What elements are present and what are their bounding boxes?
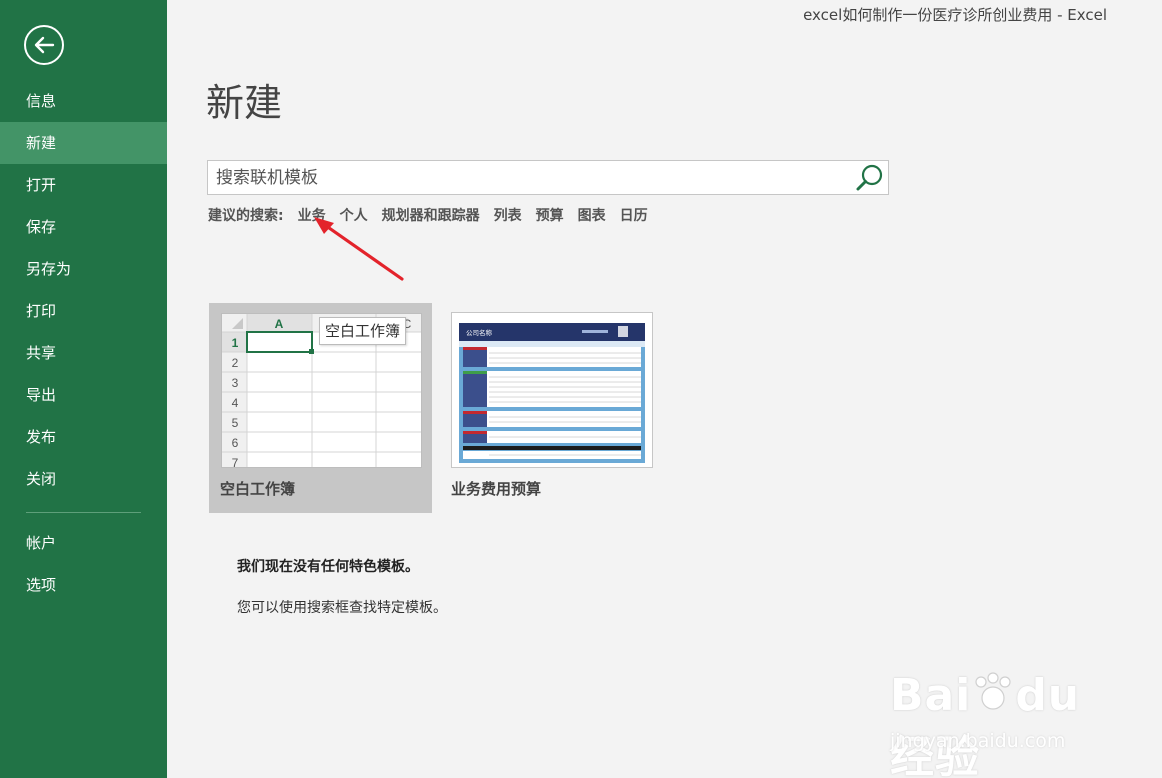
template-business-budget[interactable]: 公司名称 — [451, 312, 653, 468]
nav-share[interactable]: 共享 — [0, 332, 167, 374]
watermark-logo: Bai du 经验 — [890, 670, 1081, 778]
suggested-searches: 建议的搜索: 业务 个人 规划器和跟踪器 列表 预算 图表 日历 — [208, 205, 662, 225]
template-search-input[interactable] — [208, 161, 848, 194]
nav-save[interactable]: 保存 — [0, 206, 167, 248]
row-header-5: 5 — [232, 416, 239, 430]
window-title: excel如何制作一份医疗诊所创业费用 - Excel — [803, 6, 1107, 24]
nav-new[interactable]: 新建 — [0, 122, 167, 164]
row-header-3: 3 — [232, 376, 239, 390]
budget-preview-header: 公司名称 — [466, 328, 493, 337]
watermark-url: jingyan.baidu.com — [890, 730, 1066, 752]
nav-export[interactable]: 导出 — [0, 374, 167, 416]
tooltip: 空白工作簿 — [319, 317, 407, 345]
nav-publish[interactable]: 发布 — [0, 416, 167, 458]
template-blank-label: 空白工作簿 — [220, 480, 296, 498]
baidu-jingyan-watermark: Bai du 经验 jingyan.baidu.com — [890, 652, 1105, 778]
no-featured-templates-message: 我们现在没有任何特色模板。 — [237, 559, 419, 575]
template-search-box — [207, 160, 889, 195]
search-button[interactable] — [852, 161, 888, 194]
row-header-2: 2 — [232, 356, 239, 370]
nav-info[interactable]: 信息 — [0, 80, 167, 122]
suggested-link-charts[interactable]: 图表 — [578, 205, 606, 225]
sidebar-divider — [26, 512, 141, 513]
search-hint-message: 您可以使用搜索框查找特定模板。 — [237, 600, 447, 616]
row-header-1: 1 — [232, 336, 239, 350]
nav-account[interactable]: 帐户 — [0, 522, 167, 564]
suggested-searches-label: 建议的搜索: — [208, 208, 284, 224]
annotation-arrow — [314, 217, 404, 281]
row-header-4: 4 — [232, 396, 239, 410]
back-button[interactable] — [24, 25, 64, 65]
suggested-link-lists[interactable]: 列表 — [494, 205, 522, 225]
business-budget-preview: 公司名称 — [452, 313, 652, 467]
row-header-7: 7 — [232, 456, 239, 468]
nav-open[interactable]: 打开 — [0, 164, 167, 206]
template-budget-label[interactable]: 业务费用预算 — [451, 478, 541, 499]
nav-print[interactable]: 打印 — [0, 290, 167, 332]
col-header-a: A — [275, 317, 284, 331]
nav-close[interactable]: 关闭 — [0, 458, 167, 500]
search-icon — [856, 164, 883, 190]
suggested-link-budgets[interactable]: 预算 — [536, 205, 564, 225]
row-header-6: 6 — [232, 436, 239, 450]
suggested-link-calendars[interactable]: 日历 — [620, 205, 648, 225]
nav-options[interactable]: 选项 — [0, 564, 167, 606]
backstage-sidebar: 信息 新建 打开 保存 另存为 打印 共享 导出 发布 关闭 帐户 选项 — [0, 0, 167, 778]
page-title: 新建 — [206, 81, 283, 125]
nav-save-as[interactable]: 另存为 — [0, 248, 167, 290]
back-arrow-icon — [34, 36, 55, 54]
